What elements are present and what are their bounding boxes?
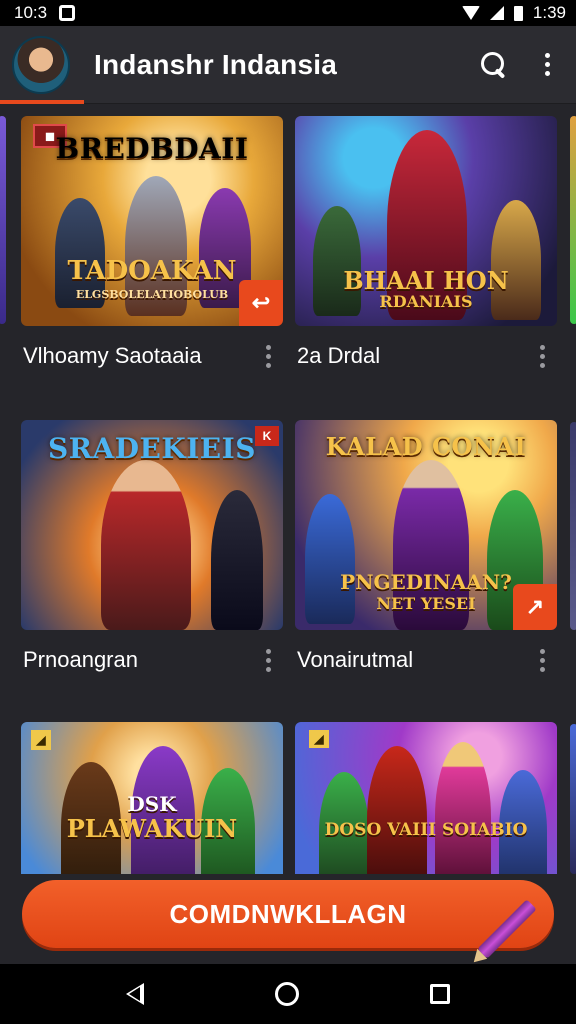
status-bar: 10:3 1:39 <box>0 0 576 26</box>
primary-cta-button[interactable]: COMDNWKLLAGN <box>22 880 554 948</box>
home-icon[interactable] <box>274 982 299 1006</box>
game-card[interactable]: SRADEKIEIS K Prnoangran <box>21 420 283 690</box>
system-nav-bar <box>0 964 576 1024</box>
avatar <box>12 35 70 94</box>
avatar-underline <box>0 99 84 104</box>
notification-icon <box>59 5 76 21</box>
edge-peek-left <box>0 116 6 324</box>
game-card[interactable]: ◼ BREDBDAII TADOAKAN ELGSBOLELATIOBOLUB … <box>21 116 283 386</box>
more-options-icon[interactable] <box>540 344 553 368</box>
game-thumbnail[interactable]: BHAAI HON RDANIAIS <box>295 116 557 326</box>
avatar-button[interactable] <box>0 26 84 104</box>
game-title[interactable]: 2a Drdal <box>297 343 380 369</box>
edge-peek-right <box>570 116 576 324</box>
more-options-icon[interactable] <box>540 648 553 672</box>
game-title[interactable]: Vonairutmal <box>297 647 413 673</box>
game-badge-icon: ◢ <box>309 730 329 748</box>
thumbnail-title-text: BHAAI HON <box>343 266 509 295</box>
character-figure <box>211 490 263 630</box>
game-thumbnail[interactable]: ◼ BREDBDAII TADOAKAN ELGSBOLELATIOBOLUB … <box>21 116 283 326</box>
wifi-icon <box>461 6 480 20</box>
game-card[interactable]: KALAD CONAI PNGEDINAAN? NET YESEI ↗ Vona… <box>295 420 557 690</box>
thumbnail-title-text: DOSO VAIII SOIABIO <box>324 820 528 840</box>
game-thumbnail[interactable]: SRADEKIEIS K <box>21 420 283 630</box>
character-figure <box>101 460 191 630</box>
thumbnail-title-text: KALAD CONAI <box>325 432 527 461</box>
game-title[interactable]: Prnoangran <box>23 647 138 673</box>
app-screen: 10:3 1:39 Indanshr Indansia ◼ BREDBDAII … <box>0 0 576 1024</box>
back-icon[interactable] <box>125 983 144 1005</box>
game-thumbnail[interactable]: KALAD CONAI PNGEDINAAN? NET YESEI ↗ <box>295 420 557 630</box>
game-thumbnail[interactable]: ◢ DOSO VAIII SOIABIO <box>295 722 557 874</box>
more-options-icon[interactable] <box>266 344 279 368</box>
game-grid: ◼ BREDBDAII TADOAKAN ELGSBOLELATIOBOLUB … <box>0 104 576 874</box>
signal-icon <box>489 6 504 20</box>
app-bar: Indanshr Indansia <box>0 26 576 104</box>
more-options-icon[interactable] <box>266 648 279 672</box>
cta-container: COMDNWKLLAGN <box>0 874 576 964</box>
edge-peek-right-3 <box>570 724 576 874</box>
thumbnail-title-text: BREDBDAII <box>55 132 249 165</box>
edge-peek-right-2 <box>570 422 576 630</box>
app-title: Indanshr Indansia <box>94 48 337 80</box>
status-time-right: 1:39 <box>532 3 566 22</box>
game-card[interactable]: BHAAI HON RDANIAIS 2a Drdal <box>295 116 557 386</box>
recents-icon[interactable] <box>430 984 451 1004</box>
game-badge-icon: K <box>255 426 279 446</box>
share-icon[interactable]: ↩ <box>239 280 283 326</box>
thumbnail-title-text: SRADEKIEIS <box>48 432 256 465</box>
search-icon[interactable] <box>481 51 507 78</box>
thumbnail-subtitle-text: DSK <box>127 792 177 816</box>
thumbnail-subtitle-text: RDANIAIS <box>379 292 473 311</box>
game-card[interactable]: ◢ DSK PLAWAKUIN <box>21 722 283 874</box>
character-figure <box>367 746 427 874</box>
game-title[interactable]: Vlhoamy Saotaaia <box>23 343 202 369</box>
game-card[interactable]: ◢ DOSO VAIII SOIABIO <box>295 722 557 874</box>
game-badge-icon: ◢ <box>31 730 51 750</box>
share-icon[interactable]: ↗ <box>513 584 557 630</box>
status-time-left: 10:3 <box>14 3 48 22</box>
overflow-menu-icon[interactable] <box>545 53 550 76</box>
battery-icon <box>513 5 523 21</box>
thumbnail-title-text: PLAWAKUIN <box>66 814 238 843</box>
game-thumbnail[interactable]: ◢ DSK PLAWAKUIN <box>21 722 283 874</box>
character-figure <box>435 742 491 874</box>
